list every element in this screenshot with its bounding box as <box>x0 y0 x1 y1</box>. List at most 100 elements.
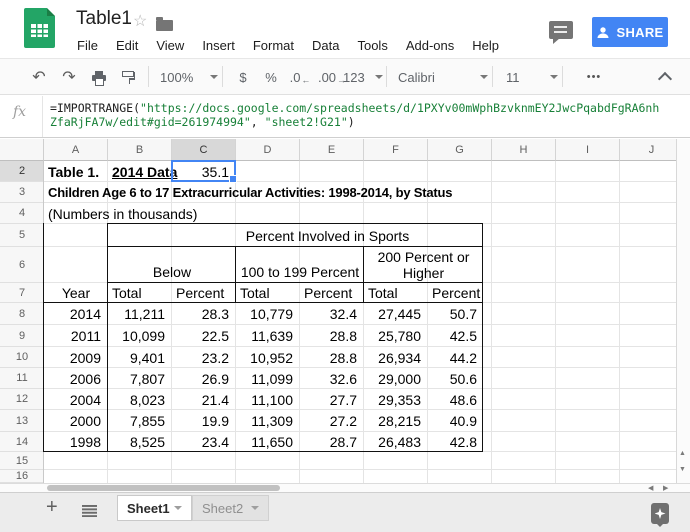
cell-e8[interactable]: 32.4 <box>300 303 364 325</box>
document-title[interactable]: Table1 <box>76 8 132 30</box>
comments-icon[interactable] <box>549 21 573 39</box>
print-button[interactable] <box>86 64 112 90</box>
zoom-select[interactable]: 100% <box>156 64 222 90</box>
col-header-a[interactable]: A <box>44 139 108 161</box>
cell-f14[interactable]: 26,483 <box>364 432 428 452</box>
cell-d14[interactable]: 11,650 <box>236 432 300 452</box>
row-header-7[interactable]: 7 <box>0 283 44 303</box>
decrease-decimal-button[interactable]: .0← <box>286 64 314 90</box>
horizontal-scroll-thumb[interactable] <box>47 485 280 491</box>
cell-a12[interactable]: 2004 <box>44 389 108 410</box>
row-header-12[interactable]: 12 <box>0 389 44 410</box>
group-header-100-199[interactable]: 100 to 199 Percent <box>236 247 364 283</box>
cell-c10[interactable]: 23.2 <box>172 347 236 368</box>
share-button[interactable]: SHARE <box>592 17 668 47</box>
cell-b9[interactable]: 10,099 <box>108 325 172 347</box>
cell-f11[interactable]: 29,000 <box>364 368 428 389</box>
row-header-8[interactable]: 8 <box>0 303 44 325</box>
cell-c12[interactable]: 21.4 <box>172 389 236 410</box>
row-header-14[interactable]: 14 <box>0 432 44 452</box>
sheets-logo-icon[interactable] <box>24 8 55 48</box>
redo-button[interactable]: ↷ <box>56 64 82 90</box>
cell-f10[interactable]: 26,934 <box>364 347 428 368</box>
row-header-6[interactable]: 6 <box>0 247 44 283</box>
menu-data[interactable]: Data <box>303 36 348 56</box>
cell-e11[interactable]: 32.6 <box>300 368 364 389</box>
row-header-9[interactable]: 9 <box>0 325 44 347</box>
menu-format[interactable]: Format <box>244 36 303 56</box>
row-header-13[interactable]: 13 <box>0 410 44 432</box>
cell-d12[interactable]: 11,100 <box>236 389 300 410</box>
cell-g8[interactable]: 50.7 <box>428 303 483 325</box>
cell-b2[interactable]: 2014 Data <box>112 161 177 182</box>
menu-help[interactable]: Help <box>463 36 508 56</box>
row-header-4[interactable]: 4 <box>0 203 44 224</box>
tab-sheet2[interactable]: Sheet2 <box>192 495 269 521</box>
more-toolbar-button[interactable]: ••• <box>576 64 612 90</box>
cell-c9[interactable]: 22.5 <box>172 325 236 347</box>
cell-a14[interactable]: 1998 <box>44 432 108 452</box>
all-sheets-icon[interactable] <box>82 505 97 517</box>
cell-d8[interactable]: 10,779 <box>236 303 300 325</box>
cell-g12[interactable]: 48.6 <box>428 389 483 410</box>
cell-d11[interactable]: 11,099 <box>236 368 300 389</box>
cell-a4[interactable]: (Numbers in thousands) <box>48 203 197 224</box>
scroll-up-icon[interactable]: ▲ <box>679 450 686 457</box>
cell-a13[interactable]: 2000 <box>44 410 108 432</box>
cell-b13[interactable]: 7,855 <box>108 410 172 432</box>
col-header-c[interactable]: C <box>172 139 236 161</box>
cell-f8[interactable]: 27,445 <box>364 303 428 325</box>
cell-e9[interactable]: 28.8 <box>300 325 364 347</box>
fill-handle[interactable] <box>229 175 237 183</box>
cell-b8[interactable]: 11,211 <box>108 303 172 325</box>
cell-f7[interactable]: Total <box>364 283 428 303</box>
cell-e7[interactable]: Percent <box>300 283 364 303</box>
merged-cell-sports-header[interactable]: Percent Involved in Sports <box>172 224 483 247</box>
cell-c8[interactable]: 28.3 <box>172 303 236 325</box>
tab-sheet1[interactable]: Sheet1 <box>117 495 192 521</box>
row-header-5[interactable]: 5 <box>0 224 44 247</box>
row-header-3[interactable]: 3 <box>0 182 44 203</box>
menu-tools[interactable]: Tools <box>348 36 396 56</box>
col-header-e[interactable]: E <box>300 139 364 161</box>
cell-c13[interactable]: 19.9 <box>172 410 236 432</box>
row-header-16[interactable]: 16 <box>0 470 44 483</box>
format-percent-button[interactable]: % <box>258 64 284 90</box>
row-header-15[interactable]: 15 <box>0 452 44 470</box>
formula-line-1[interactable]: =IMPORTRANGE("https://docs.google.com/sp… <box>50 101 659 115</box>
cell-e10[interactable]: 28.8 <box>300 347 364 368</box>
add-sheet-button[interactable]: + <box>46 496 58 519</box>
menu-addons[interactable]: Add-ons <box>397 36 463 56</box>
cell-a7-year[interactable]: Year <box>44 283 108 303</box>
cell-a11[interactable]: 2006 <box>44 368 108 389</box>
vertical-scrollbar[interactable] <box>676 139 690 483</box>
menu-view[interactable]: View <box>147 36 193 56</box>
cell-e14[interactable]: 28.7 <box>300 432 364 452</box>
menu-edit[interactable]: Edit <box>107 36 147 56</box>
cell-f13[interactable]: 28,215 <box>364 410 428 432</box>
col-header-i[interactable]: I <box>556 139 620 161</box>
menu-insert[interactable]: Insert <box>193 36 244 56</box>
scroll-down-icon[interactable]: ▼ <box>679 466 686 473</box>
cell-a10[interactable]: 2009 <box>44 347 108 368</box>
scroll-right-icon[interactable]: ▶ <box>663 484 668 492</box>
folder-icon[interactable] <box>156 20 173 31</box>
cell-g9[interactable]: 42.5 <box>428 325 483 347</box>
cell-e12[interactable]: 27.7 <box>300 389 364 410</box>
number-format-menu[interactable]: 123 <box>340 64 386 90</box>
explore-button[interactable] <box>651 503 669 524</box>
cell-b7[interactable]: Total <box>108 283 172 303</box>
cell-d7[interactable]: Total <box>236 283 300 303</box>
cell-d10[interactable]: 10,952 <box>236 347 300 368</box>
cell-g10[interactable]: 44.2 <box>428 347 483 368</box>
col-header-b[interactable]: B <box>108 139 172 161</box>
row-header-10[interactable]: 10 <box>0 347 44 368</box>
group-header-below[interactable]: Below <box>108 247 236 283</box>
cell-a8[interactable]: 2014 <box>44 303 108 325</box>
cell-b12[interactable]: 8,023 <box>108 389 172 410</box>
font-family-select[interactable]: Calibri <box>394 64 492 90</box>
col-header-h[interactable]: H <box>492 139 556 161</box>
cell-b11[interactable]: 7,807 <box>108 368 172 389</box>
collapse-toolbar-button[interactable] <box>652 64 678 90</box>
cell-c14[interactable]: 23.4 <box>172 432 236 452</box>
